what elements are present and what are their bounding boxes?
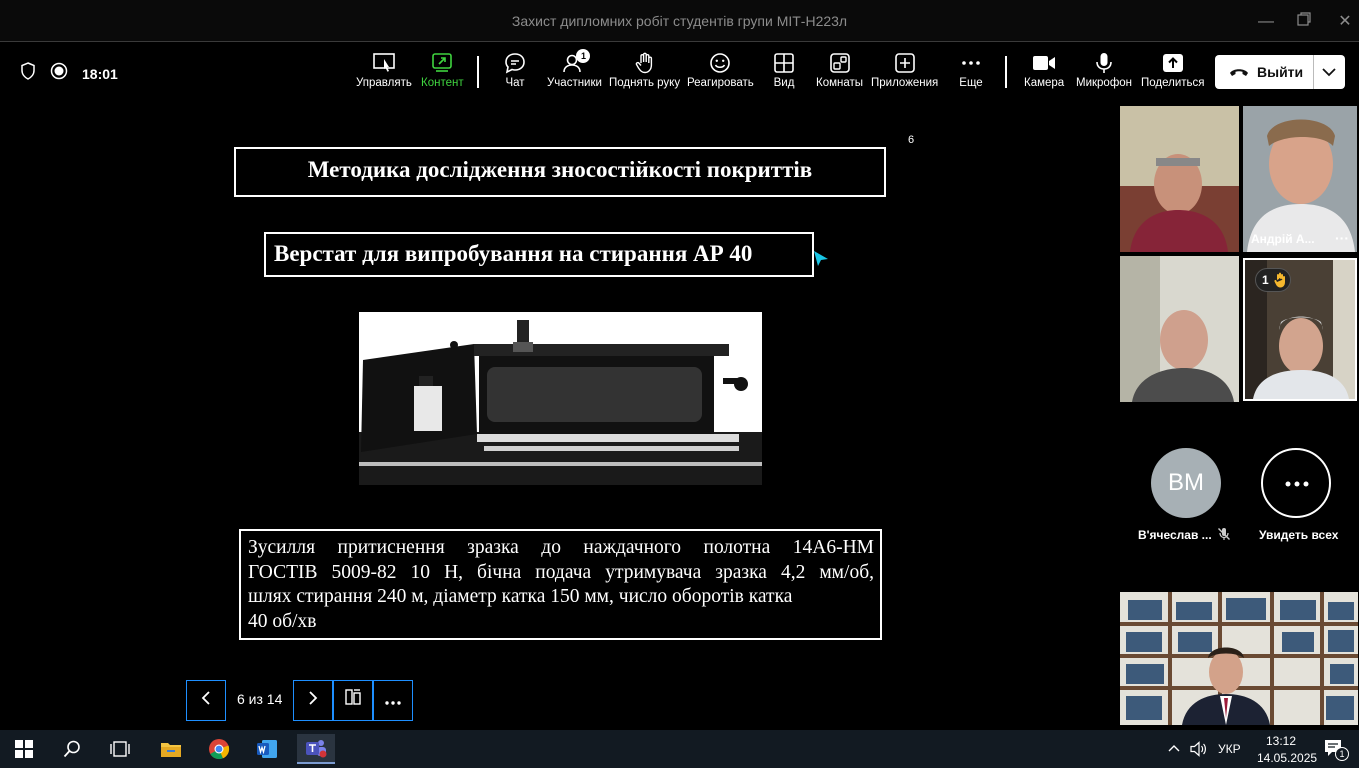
slide-thumbnails-button[interactable]	[333, 680, 373, 721]
pointer-cursor-icon	[814, 251, 828, 266]
self-video-tile[interactable]	[1120, 592, 1358, 725]
machine-photo	[359, 312, 762, 485]
windows-logo-icon	[15, 740, 33, 758]
chat-icon	[505, 53, 525, 74]
start-button[interactable]	[5, 734, 43, 764]
share-content-icon	[432, 53, 453, 72]
leave-button[interactable]: Выйти	[1215, 55, 1345, 89]
microphone-button[interactable]: Микрофон	[1076, 52, 1132, 89]
thumbnails-icon	[345, 689, 361, 705]
camera-button[interactable]: Камера	[1024, 52, 1064, 89]
content-button[interactable]: Контент	[421, 52, 464, 89]
view-button[interactable]: Вид	[772, 52, 796, 89]
chat-button[interactable]: Чат	[503, 52, 527, 89]
avatar-initials: ВМ	[1168, 469, 1204, 496]
close-icon[interactable]: ✕	[1333, 10, 1357, 34]
word-button[interactable]	[248, 734, 286, 764]
slide-description: Зусилля притиснення зразка до наждачного…	[239, 529, 882, 640]
slide-number: 6	[908, 134, 915, 146]
description-line: 40 об/хв	[248, 610, 317, 632]
shield-icon	[20, 62, 36, 85]
raise-hand-button[interactable]: Поднять руку	[609, 52, 680, 89]
participant-name: Андрій А...	[1251, 232, 1315, 246]
previous-slide-button[interactable]	[186, 680, 226, 721]
chevron-down-icon[interactable]	[1321, 65, 1337, 79]
description-line: Зусилля притиснення зразка до наждачного…	[248, 537, 874, 558]
apps-button[interactable]: Приложения	[871, 52, 938, 89]
react-icon	[710, 53, 731, 73]
teams-button[interactable]	[297, 734, 335, 764]
raised-hand-badge: 1	[1255, 268, 1291, 292]
folder-icon	[161, 743, 181, 757]
participant-video-tile-active[interactable]: 1	[1243, 258, 1357, 401]
participants-badge: 1	[576, 49, 591, 63]
raised-hand-icon	[1274, 272, 1285, 288]
share-button[interactable]: Поделиться	[1141, 52, 1205, 89]
minimize-icon[interactable]: —	[1254, 10, 1278, 34]
notifications-button[interactable]: 1	[1324, 739, 1349, 762]
slide-page-counter: 6 из 14	[237, 691, 283, 707]
rooms-button[interactable]: Комнаты	[816, 52, 863, 89]
share-icon	[1162, 54, 1183, 72]
next-slide-button[interactable]	[293, 680, 333, 721]
raise-hand-icon	[635, 52, 652, 74]
title-bar: Захист дипломних робіт студентів групи М…	[0, 0, 1359, 42]
teams-icon	[306, 740, 327, 758]
toolbar-divider	[477, 56, 479, 88]
description-line: шлях стирання 240 м, діаметр катка 150 м…	[248, 586, 793, 607]
restore-icon[interactable]	[1292, 10, 1316, 34]
chevron-left-icon	[201, 691, 210, 705]
meeting-toolbar: 18:01 Управлять Контент Чат 1 Участники …	[0, 42, 1359, 104]
participant-video-tile[interactable]: Андрій А... ···	[1243, 106, 1357, 252]
language-indicator[interactable]: УКР	[1218, 742, 1241, 756]
task-view-button[interactable]	[101, 734, 139, 764]
slide-subtitle: Верстат для випробування на стирання АР …	[264, 232, 814, 277]
meeting-time: 18:01	[82, 65, 118, 82]
chevron-up-icon[interactable]	[1168, 744, 1180, 752]
camera-icon	[1033, 56, 1056, 70]
chrome-icon	[209, 739, 230, 760]
participants-button[interactable]: 1 Участники	[547, 49, 602, 89]
participant-name: В'ячеслав ...	[1138, 528, 1212, 542]
search-icon	[63, 740, 80, 758]
see-all-label: Увидеть всех	[1259, 528, 1339, 542]
search-button[interactable]	[53, 734, 91, 764]
slide-more-button[interactable]	[373, 680, 413, 721]
notification-count: 1	[1335, 747, 1349, 761]
task-view-icon	[110, 741, 130, 757]
more-icon	[962, 61, 980, 65]
window-title: Захист дипломних робіт студентів групи М…	[511, 13, 848, 29]
apps-icon	[894, 53, 915, 73]
chevron-right-icon	[309, 691, 318, 705]
volume-icon[interactable]	[1190, 741, 1208, 757]
avatar[interactable]: ВМ	[1151, 448, 1221, 518]
description-line: ГОСТІВ 5009-82 10 Н, бічна подача утриму…	[248, 561, 874, 583]
view-grid-icon	[774, 53, 794, 73]
clock-time[interactable]: 13:12	[1266, 734, 1296, 748]
file-explorer-button[interactable]	[152, 734, 190, 764]
more-button[interactable]: Еще	[959, 52, 983, 89]
screen-control-icon	[373, 53, 395, 72]
leave-label: Выйти	[1257, 64, 1304, 80]
word-icon	[257, 740, 277, 758]
more-icon	[385, 701, 401, 705]
more-icon[interactable]: ···	[1335, 230, 1349, 246]
slide-title: Методика дослідження зносостійкості покр…	[234, 147, 886, 197]
clock-date[interactable]: 14.05.2025	[1257, 751, 1317, 765]
more-icon	[1285, 481, 1309, 487]
chrome-button[interactable]	[200, 734, 238, 764]
toolbar-divider	[1005, 56, 1007, 88]
windows-taskbar: УКР 13:12 14.05.2025 1	[0, 730, 1359, 768]
react-button[interactable]: Реагировать	[687, 52, 754, 89]
recording-icon	[50, 62, 68, 85]
rooms-icon	[829, 53, 850, 73]
see-all-button[interactable]	[1261, 448, 1331, 518]
participant-video-tile[interactable]	[1120, 106, 1239, 252]
hang-up-icon	[1230, 69, 1248, 76]
mic-icon	[1096, 53, 1112, 73]
control-button[interactable]: Управлять	[356, 52, 412, 89]
mic-muted-icon	[1218, 528, 1230, 540]
participant-video-tile[interactable]	[1120, 256, 1239, 402]
